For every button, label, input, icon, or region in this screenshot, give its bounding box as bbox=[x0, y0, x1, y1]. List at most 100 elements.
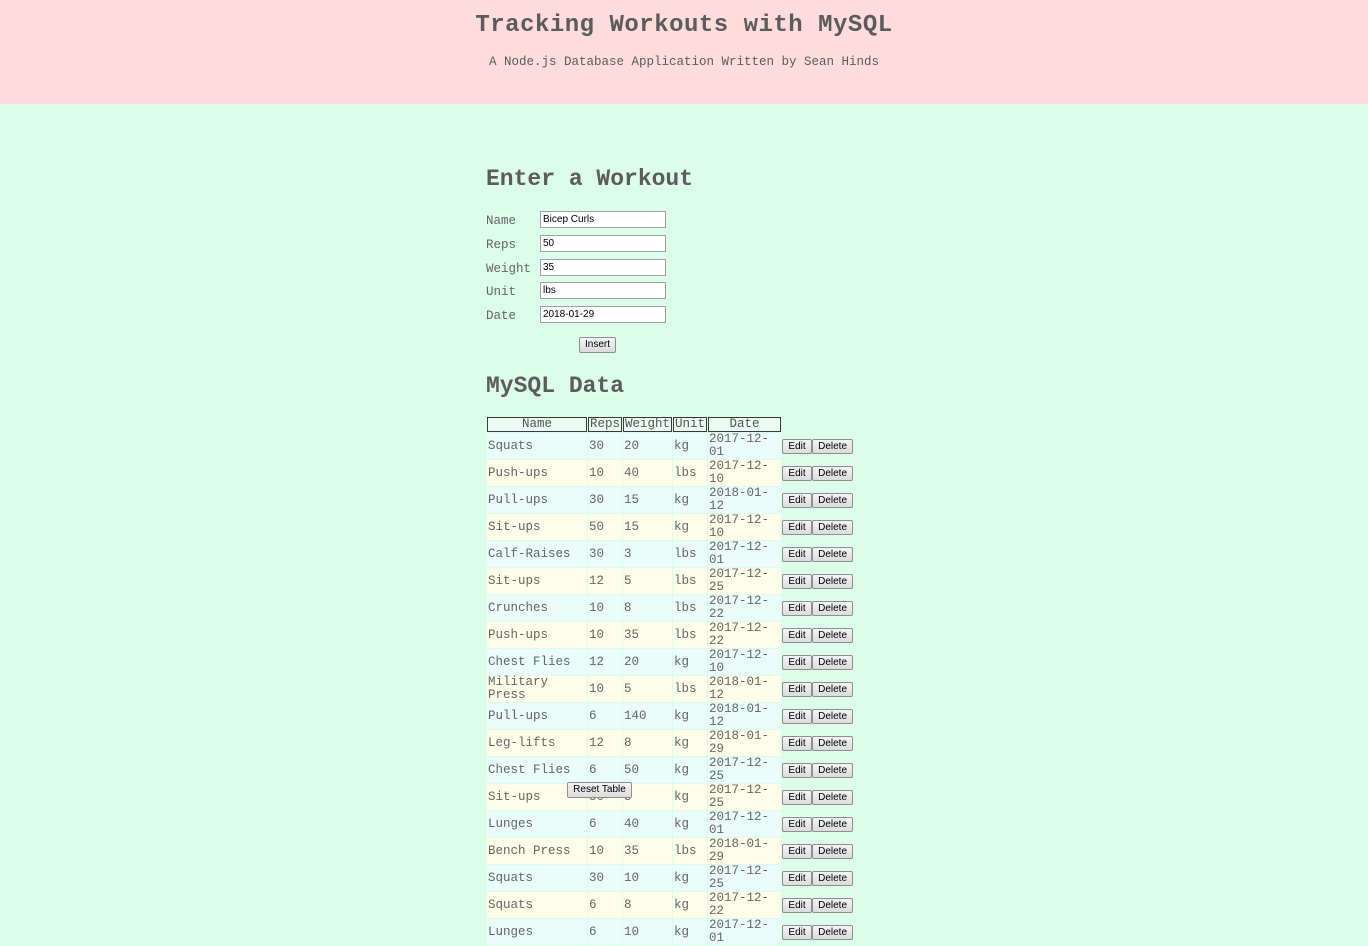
edit-button[interactable]: Edit bbox=[782, 600, 813, 616]
reset-table-button[interactable]: Reset Table bbox=[567, 782, 632, 798]
delete-button[interactable]: Delete bbox=[812, 492, 854, 508]
edit-button[interactable]: Edit bbox=[782, 897, 813, 913]
cell-reps: 12 bbox=[588, 730, 623, 756]
cell-unit: lbs bbox=[673, 541, 708, 567]
delete-button[interactable]: Delete bbox=[812, 438, 854, 454]
delete-button[interactable]: Delete bbox=[812, 465, 854, 481]
delete-button[interactable]: Delete bbox=[812, 573, 854, 589]
edit-button[interactable]: Edit bbox=[782, 816, 813, 832]
cell-date: 2017-12-22 bbox=[708, 622, 782, 648]
table-row: Pull-ups 30 15 kg 2018-01-12 Edit Delete bbox=[487, 487, 854, 513]
cell-name: Calf-Raises bbox=[487, 541, 587, 567]
cell-date: 2018-01-12 bbox=[708, 703, 782, 729]
column-header-unit: Unit bbox=[673, 417, 708, 432]
edit-button[interactable]: Edit bbox=[782, 438, 813, 454]
table-row: Lunges 6 40 kg 2017-12-01 Edit Delete bbox=[487, 811, 854, 837]
cell-name: Sit-ups bbox=[487, 568, 587, 594]
cell-date: 2017-12-10 bbox=[708, 460, 782, 486]
cell-date: 2018-01-29 bbox=[708, 730, 782, 756]
delete-button[interactable]: Delete bbox=[812, 627, 854, 643]
cell-name: Squats bbox=[487, 433, 587, 459]
weight-input[interactable] bbox=[540, 259, 666, 276]
cell-unit: kg bbox=[673, 865, 708, 891]
row-actions: Edit Delete bbox=[782, 649, 854, 675]
delete-button[interactable]: Delete bbox=[812, 789, 854, 805]
delete-button[interactable]: Delete bbox=[812, 816, 854, 832]
unit-input[interactable] bbox=[540, 282, 666, 299]
cell-weight: 5 bbox=[623, 568, 673, 594]
table-row: Push-ups 10 40 lbs 2017-12-10 Edit Delete bbox=[487, 460, 854, 486]
delete-button[interactable]: Delete bbox=[812, 519, 854, 535]
edit-button[interactable]: Edit bbox=[782, 843, 813, 859]
edit-button[interactable]: Edit bbox=[782, 627, 813, 643]
cell-reps: 10 bbox=[588, 460, 623, 486]
cell-reps: 10 bbox=[588, 676, 623, 702]
delete-button[interactable]: Delete bbox=[812, 843, 854, 859]
cell-weight: 15 bbox=[623, 487, 673, 513]
cell-weight: 40 bbox=[623, 460, 673, 486]
edit-button[interactable]: Edit bbox=[782, 465, 813, 481]
cell-reps: 30 bbox=[588, 433, 623, 459]
edit-button[interactable]: Edit bbox=[782, 762, 813, 778]
table-row: Squats 6 8 kg 2017-12-22 Edit Delete bbox=[487, 892, 854, 918]
cell-date: 2018-01-12 bbox=[708, 487, 782, 513]
delete-button[interactable]: Delete bbox=[812, 897, 854, 913]
cell-date: 2017-12-01 bbox=[708, 919, 782, 945]
cell-weight: 20 bbox=[623, 433, 673, 459]
cell-weight: 8 bbox=[623, 595, 673, 621]
delete-button[interactable]: Delete bbox=[812, 546, 854, 562]
cell-reps: 10 bbox=[588, 595, 623, 621]
edit-button[interactable]: Edit bbox=[782, 735, 813, 751]
cell-unit: kg bbox=[673, 649, 708, 675]
edit-button[interactable]: Edit bbox=[782, 492, 813, 508]
edit-button[interactable]: Edit bbox=[782, 870, 813, 886]
delete-button[interactable]: Delete bbox=[812, 600, 854, 616]
delete-button[interactable]: Delete bbox=[812, 762, 854, 778]
delete-button[interactable]: Delete bbox=[812, 681, 854, 697]
edit-button[interactable]: Edit bbox=[782, 654, 813, 670]
table-row: Pull-ups 6 140 kg 2018-01-12 Edit Delete bbox=[487, 703, 854, 729]
cell-unit: kg bbox=[673, 487, 708, 513]
edit-button[interactable]: Edit bbox=[782, 573, 813, 589]
edit-button[interactable]: Edit bbox=[782, 681, 813, 697]
delete-button[interactable]: Delete bbox=[812, 870, 854, 886]
cell-name: Chest Flies bbox=[487, 757, 587, 783]
name-label: Name bbox=[486, 214, 517, 228]
cell-name: Crunches bbox=[487, 595, 587, 621]
row-actions: Edit Delete bbox=[782, 622, 854, 648]
cell-unit: lbs bbox=[673, 676, 708, 702]
column-header-name: Name bbox=[487, 417, 587, 432]
cell-weight: 50 bbox=[623, 757, 673, 783]
delete-button[interactable]: Delete bbox=[812, 735, 854, 751]
cell-reps: 12 bbox=[588, 649, 623, 675]
unit-label: Unit bbox=[486, 285, 517, 299]
name-input[interactable] bbox=[540, 211, 666, 228]
table-row: Military Press 10 5 lbs 2018-01-12 Edit Delete bbox=[487, 676, 854, 702]
reps-input[interactable] bbox=[540, 235, 666, 252]
table-row: Chest Flies 12 20 kg 2017-12-10 Edit Delete bbox=[487, 649, 854, 675]
page-subtitle: A Node.js Database Application Written b… bbox=[488, 55, 880, 69]
edit-button[interactable]: Edit bbox=[782, 546, 813, 562]
cell-reps: 30 bbox=[588, 541, 623, 567]
edit-button[interactable]: Edit bbox=[782, 924, 813, 940]
row-actions: Edit Delete bbox=[782, 757, 854, 783]
row-actions: Edit Delete bbox=[782, 514, 854, 540]
edit-button[interactable]: Edit bbox=[782, 708, 813, 724]
cell-name: Sit-ups bbox=[487, 514, 587, 540]
edit-button[interactable]: Edit bbox=[782, 789, 813, 805]
edit-button[interactable]: Edit bbox=[782, 519, 813, 535]
delete-button[interactable]: Delete bbox=[812, 924, 854, 940]
cell-unit: lbs bbox=[673, 622, 708, 648]
cell-unit: kg bbox=[673, 811, 708, 837]
table-row: Squats 30 10 kg 2017-12-25 Edit Delete bbox=[487, 865, 854, 891]
date-input[interactable] bbox=[540, 306, 666, 323]
insert-button[interactable]: Insert bbox=[579, 337, 616, 353]
page-header: Tracking Workouts with MySQL A Node.js D… bbox=[0, 0, 1368, 104]
delete-button[interactable]: Delete bbox=[812, 654, 854, 670]
cell-weight: 40 bbox=[623, 811, 673, 837]
table-row: Crunches 10 8 lbs 2017-12-22 Edit Delete bbox=[487, 595, 854, 621]
cell-name: Bench Press bbox=[487, 838, 587, 864]
delete-button[interactable]: Delete bbox=[812, 708, 854, 724]
cell-reps: 50 bbox=[588, 514, 623, 540]
cell-name: Push-ups bbox=[487, 460, 587, 486]
